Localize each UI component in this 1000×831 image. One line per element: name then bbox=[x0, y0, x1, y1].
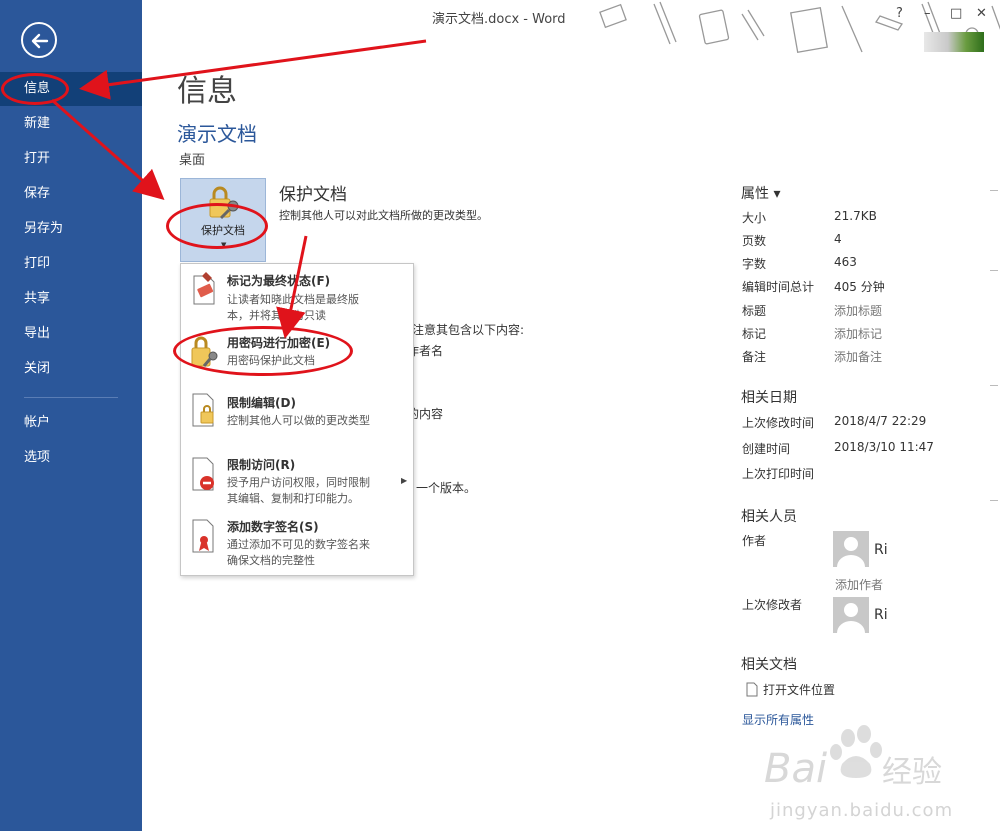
inspect-text-fragment: 请注意其包含以下内容: bbox=[400, 323, 525, 337]
person-icon bbox=[837, 537, 865, 567]
person-icon bbox=[837, 603, 865, 633]
document-location: 桌面 bbox=[179, 153, 206, 168]
menu-item-encrypt-title: 用密码进行加密(E) bbox=[227, 336, 331, 350]
protect-document-button[interactable]: 保护文档 ▼ bbox=[180, 178, 266, 262]
nav-item-new[interactable]: 新建 bbox=[0, 107, 142, 141]
protect-document-label: 保护文档 bbox=[201, 224, 245, 237]
lock-key-icon bbox=[191, 336, 218, 367]
prop-label-pages: 页数 bbox=[742, 234, 767, 248]
close-window-button[interactable]: ✕ bbox=[976, 6, 987, 21]
submenu-arrow-icon: ▶ bbox=[401, 476, 408, 485]
lock-key-icon bbox=[209, 186, 239, 220]
menu-item-mark-final-title: 标记为最终状态(F) bbox=[227, 274, 331, 288]
menu-item-restrict-editing-title: 限制编辑(D) bbox=[227, 396, 296, 410]
last-modified-avatar[interactable] bbox=[833, 597, 869, 633]
nav-item-close[interactable]: 关闭 bbox=[0, 352, 142, 386]
baidu-watermark: Bai 经验 jingyan.baidu.com bbox=[760, 720, 960, 830]
arrow-left-icon bbox=[31, 33, 49, 49]
backstage-nav: 信息 新建 打开 保存 另存为 打印 共享 导出 关闭 帐户 选项 bbox=[0, 0, 142, 831]
protect-document-menu: 标记为最终状态(F) 让读者知晓此文档是最终版 本，并将其设为只读 用密码进行加… bbox=[180, 263, 414, 576]
chevron-down-icon: ▼ bbox=[221, 241, 227, 249]
date-value-modified: 2018/4/7 22:29 bbox=[834, 414, 927, 428]
menu-item-add-signature[interactable]: 添加数字签名(S) 通过添加不可见的数字签名来 确保文档的完整性 bbox=[181, 512, 413, 572]
menu-item-signature-title: 添加数字签名(S) bbox=[227, 520, 319, 534]
mark-final-icon bbox=[193, 272, 215, 305]
nav-item-open[interactable]: 打开 bbox=[0, 142, 142, 176]
date-label-created: 创建时间 bbox=[742, 442, 791, 456]
version-text-fragment: 一个版本。 bbox=[416, 481, 477, 495]
prop-value-size: 21.7KB bbox=[834, 209, 877, 223]
menu-item-restrict-access-desc: 授予用户访问权限，同时限制 bbox=[227, 476, 370, 489]
nav-item-options[interactable]: 选项 bbox=[0, 441, 142, 475]
restrict-edit-icon bbox=[192, 393, 214, 427]
nav-item-info[interactable]: 信息 bbox=[0, 72, 142, 106]
maximize-button[interactable]: □ bbox=[950, 6, 962, 21]
nav-item-print[interactable]: 打印 bbox=[0, 247, 142, 281]
menu-item-encrypt-password[interactable]: 用密码进行加密(E) 用密码保护此文档 bbox=[181, 328, 413, 380]
related-dates-heading: 相关日期 bbox=[741, 390, 797, 406]
add-comments-field[interactable]: 添加备注 bbox=[834, 348, 882, 365]
menu-item-restrict-access-title: 限制访问(R) bbox=[227, 458, 296, 472]
date-label-modified: 上次修改时间 bbox=[742, 416, 815, 430]
menu-item-restrict-editing-desc: 控制其他人可以做的更改类型 bbox=[227, 414, 370, 427]
prop-value-pages: 4 bbox=[834, 232, 842, 246]
open-file-location-label: 打开文件位置 bbox=[763, 683, 836, 697]
prop-value-edit-time: 405 分钟 bbox=[834, 280, 885, 294]
prop-label-comments: 备注 bbox=[742, 350, 767, 364]
restrict-access-icon bbox=[192, 457, 214, 491]
nav-item-save-as[interactable]: 另存为 bbox=[0, 212, 142, 246]
prop-label-title: 标题 bbox=[742, 304, 767, 318]
date-value-created: 2018/3/10 11:47 bbox=[834, 440, 934, 454]
protect-document-title: 保护文档 bbox=[279, 185, 347, 205]
prop-label-tags: 标记 bbox=[742, 327, 767, 341]
menu-item-signature-desc: 通过添加不可见的数字签名来 bbox=[227, 538, 370, 551]
nav-item-export[interactable]: 导出 bbox=[0, 317, 142, 351]
related-docs-heading: 相关文档 bbox=[741, 657, 797, 673]
svg-text:经验: 经验 bbox=[882, 755, 942, 790]
nav-item-share[interactable]: 共享 bbox=[0, 282, 142, 316]
related-people-heading: 相关人员 bbox=[741, 509, 797, 525]
baidu-logo: Bai 经验 bbox=[764, 725, 942, 792]
menu-item-restrict-access[interactable]: 限制访问(R) 授予用户访问权限，同时限制 其编辑、复制和打印能力。 ▶ bbox=[181, 450, 413, 510]
prop-label-words: 字数 bbox=[742, 257, 767, 271]
author-name[interactable]: Ri bbox=[874, 542, 888, 558]
add-tags-field[interactable]: 添加标记 bbox=[834, 325, 882, 342]
nav-divider bbox=[24, 397, 118, 398]
menu-item-restrict-editing[interactable]: 限制编辑(D) 控制其他人可以做的更改类型 bbox=[181, 388, 413, 444]
menu-item-mark-final-desc2: 本，并将其设为只读 bbox=[227, 309, 326, 322]
author-avatar[interactable] bbox=[833, 531, 869, 567]
watermark-url: jingyan.baidu.com bbox=[770, 800, 954, 821]
document-icon bbox=[746, 682, 758, 697]
prop-label-size: 大小 bbox=[742, 211, 767, 225]
prop-value-words: 463 bbox=[834, 255, 857, 269]
last-modified-by-label: 上次修改者 bbox=[742, 598, 803, 612]
add-title-field[interactable]: 添加标题 bbox=[834, 302, 882, 319]
add-author-link[interactable]: 添加作者 bbox=[835, 576, 883, 593]
prop-label-edit-time: 编辑时间总计 bbox=[742, 280, 815, 294]
word-backstage: 信息 新建 打开 保存 另存为 打印 共享 导出 关闭 帐户 选项 演示文档.d… bbox=[0, 0, 1000, 831]
help-button[interactable]: ? bbox=[896, 6, 903, 21]
menu-item-signature-desc2: 确保文档的完整性 bbox=[227, 554, 315, 567]
menu-item-encrypt-desc: 用密码保护此文档 bbox=[227, 354, 315, 367]
menu-item-restrict-access-desc2: 其编辑、复制和打印能力。 bbox=[227, 492, 359, 505]
title-bar: 演示文档.docx - Word ? – □ ✕ bbox=[142, 0, 1000, 60]
nav-item-save[interactable]: 保存 bbox=[0, 177, 142, 211]
back-button[interactable] bbox=[21, 22, 57, 58]
author-label: 作者 bbox=[742, 534, 767, 548]
signature-icon bbox=[192, 519, 214, 553]
minimize-button[interactable]: – bbox=[924, 6, 931, 21]
account-avatar[interactable] bbox=[924, 32, 984, 52]
menu-item-mark-final-desc: 让读者知晓此文档是最终版 bbox=[227, 293, 359, 306]
properties-heading[interactable]: 属性 ▾ bbox=[741, 183, 780, 203]
protect-document-desc: 控制其他人可以对此文档所做的更改类型。 bbox=[279, 209, 488, 222]
last-modified-name[interactable]: Ri bbox=[874, 607, 888, 623]
menu-item-mark-final[interactable]: 标记为最终状态(F) 让读者知晓此文档是最终版 本，并将其设为只读 bbox=[181, 268, 413, 326]
baidu-logo-text: Bai bbox=[764, 746, 827, 792]
window-title: 演示文档.docx - Word bbox=[432, 12, 566, 27]
page-title: 信息 bbox=[177, 74, 237, 109]
document-name: 演示文档 bbox=[177, 122, 257, 146]
date-label-printed: 上次打印时间 bbox=[742, 467, 815, 481]
nav-item-account[interactable]: 帐户 bbox=[0, 406, 142, 440]
